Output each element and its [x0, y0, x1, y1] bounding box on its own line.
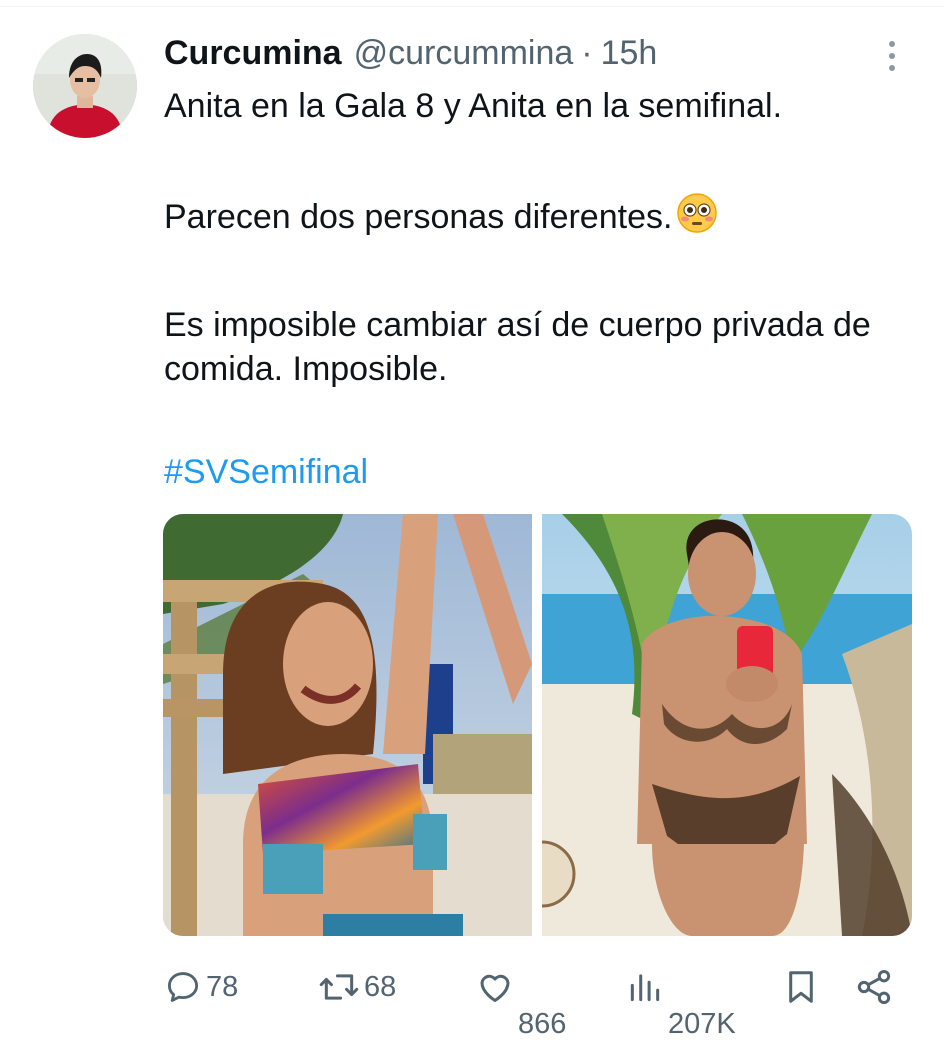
reply-count: 78: [206, 970, 239, 1003]
tweet-timestamp[interactable]: 15h: [601, 34, 658, 73]
photo-icon: [163, 514, 532, 936]
flushed-face-icon: [677, 193, 718, 233]
author-handle[interactable]: @curcummina: [354, 34, 574, 73]
tweet-text-line: Es imposible cambiar así de cuerpo priva…: [164, 306, 871, 388]
view-count: 207K: [668, 1008, 736, 1040]
like-count: 866: [518, 1008, 567, 1040]
bookmark-button[interactable]: [782, 962, 820, 1012]
more-vertical-icon: [889, 41, 895, 47]
retweet-icon: [319, 974, 359, 1000]
reply-icon: [167, 972, 199, 1002]
repost-button[interactable]: 68: [318, 962, 396, 1012]
views-button[interactable]: [626, 962, 664, 1012]
share-icon: [857, 970, 891, 1004]
tweet-text-line: Anita en la Gala 8 y Anita en la semifin…: [164, 87, 783, 125]
more-options-button[interactable]: [872, 34, 912, 78]
photo-gala-8[interactable]: [163, 514, 532, 936]
author-display-name[interactable]: Curcumina: [164, 34, 342, 73]
photo-icon: [542, 514, 912, 936]
views-icon: [630, 974, 660, 1002]
photo-semifinal[interactable]: [542, 514, 912, 936]
header-separator: ·: [581, 33, 593, 72]
tweet-actions-bar: 78 68: [160, 962, 912, 1012]
repost-count: 68: [364, 970, 397, 1003]
hashtag-link[interactable]: #SVSemifinal: [164, 450, 368, 494]
avatar[interactable]: [33, 34, 137, 138]
tweet-header: Curcumina @curcummina · 15h: [164, 30, 657, 76]
heart-icon: [480, 974, 510, 1002]
tweet-text: Anita en la Gala 8 y Anita en la semifin…: [164, 84, 904, 391]
tweet-text-line: Parecen dos personas diferentes.: [164, 192, 904, 239]
top-divider: [0, 6, 944, 7]
like-button[interactable]: [476, 962, 514, 1012]
share-button[interactable]: [854, 962, 894, 1012]
bookmark-icon: [789, 971, 813, 1003]
reply-button[interactable]: 78: [164, 962, 238, 1012]
